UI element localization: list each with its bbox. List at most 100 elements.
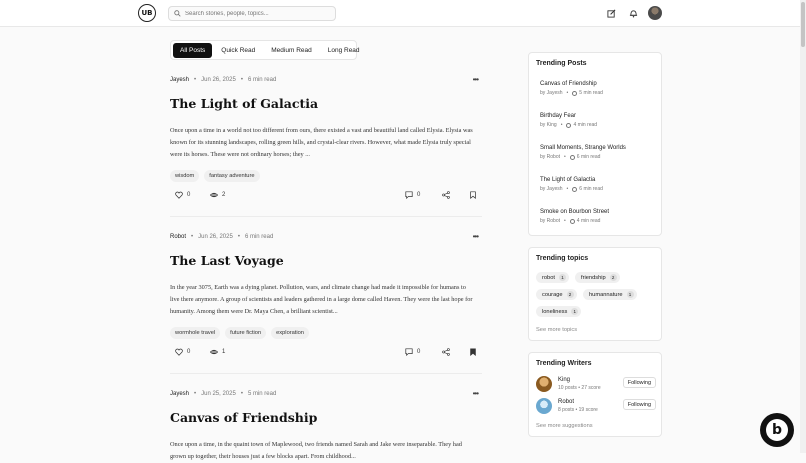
tag[interactable]: fantasy adventure: [204, 170, 260, 182]
post-excerpt: Once upon a time, in the quaint town of …: [170, 441, 462, 460]
trending-post-read: 5 min read: [579, 90, 603, 96]
bookmark-button[interactable]: [469, 191, 477, 199]
post-read-time: 6 min read: [244, 234, 274, 240]
trending-post-title[interactable]: Small Moments, Strange Worlds: [540, 145, 626, 151]
trending-writers-card: Trending Writers King 10 posts • 27 scor…: [528, 352, 662, 437]
bell-icon[interactable]: [628, 8, 638, 18]
trending-post-read: 6 min read: [576, 154, 601, 160]
writer-stats: 10 posts • 27 score: [558, 385, 601, 391]
trending-post-title[interactable]: Birthday Fear: [540, 113, 597, 119]
write-icon[interactable]: [606, 8, 616, 18]
trending-post-item[interactable]: Smoke on Bourbon Street by Robot • 4 min r…: [540, 209, 609, 224]
topic-chip[interactable]: friendship 2: [575, 272, 620, 283]
trending-post-author: by King: [540, 122, 557, 128]
topic-count: 1: [626, 291, 634, 298]
post-author[interactable]: Robot: [170, 234, 186, 240]
post-divider: [170, 373, 482, 374]
avatar[interactable]: [536, 398, 552, 414]
read-length-filter: All Posts Quick Read Medium Read Long Re…: [170, 40, 360, 60]
topic-count: 2: [566, 291, 574, 298]
post-title[interactable]: The Light of Galactia: [170, 96, 482, 111]
heart-icon: [175, 348, 183, 356]
share-button[interactable]: [442, 348, 450, 356]
post-excerpt: In the year 3075, Earth was a dying plan…: [170, 284, 473, 315]
following-button[interactable]: Following: [622, 399, 656, 410]
more-options-icon[interactable]: •••: [473, 75, 479, 84]
writer-name[interactable]: Robot: [558, 399, 574, 405]
post-divider: [170, 216, 482, 217]
more-options-icon[interactable]: •••: [473, 389, 479, 398]
trending-post-item[interactable]: Canvas of Friendship by Jayesh • 5 min rea…: [540, 81, 603, 96]
clock-icon: [569, 154, 575, 160]
tag[interactable]: wisdom: [170, 170, 200, 182]
heart-icon: [175, 191, 183, 199]
trending-post-title[interactable]: Canvas of Friendship: [540, 81, 603, 87]
post-author[interactable]: Jayesh: [170, 77, 189, 83]
floating-badge[interactable]: b: [760, 413, 794, 447]
scrollbar-thumb[interactable]: [801, 2, 805, 47]
views-indicator: 2: [210, 191, 225, 199]
logo[interactable]: UB: [138, 4, 156, 22]
trending-post-item[interactable]: Small Moments, Strange Worlds by Robot • 6…: [540, 145, 626, 160]
avatar[interactable]: [536, 376, 552, 392]
view-count: 2: [222, 192, 226, 198]
comment-icon: [405, 191, 413, 199]
trending-post-title[interactable]: Smoke on Bourbon Street: [540, 209, 609, 215]
writer-item[interactable]: Robot 8 posts • 19 score Following: [536, 398, 656, 416]
share-button[interactable]: [442, 191, 450, 199]
post-date: Jun 25, 2025: [201, 391, 236, 397]
following-button[interactable]: Following: [622, 377, 656, 388]
trending-topics-card: Trending topics robot 1 friendship 2 coura…: [528, 247, 662, 341]
search-box[interactable]: [168, 6, 336, 21]
see-more-topics-link[interactable]: See more topics: [536, 327, 577, 333]
post-title[interactable]: The Last Voyage: [170, 253, 482, 268]
like-button[interactable]: 0: [175, 191, 190, 199]
share-icon: [442, 191, 450, 199]
comment-button[interactable]: 0: [405, 348, 420, 356]
user-avatar[interactable]: [648, 6, 662, 20]
trending-post-author: by Jayesh: [540, 186, 563, 192]
see-more-suggestions-link[interactable]: See more suggestions: [536, 423, 593, 429]
post-actions: 0 2 0: [170, 191, 482, 203]
topic-chip[interactable]: humannature 1: [583, 289, 637, 300]
tag[interactable]: wormhole travel: [170, 327, 221, 339]
post-title[interactable]: Canvas of Friendship: [170, 410, 482, 425]
comment-button[interactable]: 0: [405, 191, 420, 199]
tag[interactable]: exploration: [271, 327, 309, 339]
page-scrollbar[interactable]: [800, 0, 806, 453]
clock-icon: [566, 122, 572, 128]
filter-medium-read[interactable]: Medium Read: [264, 43, 318, 58]
like-button[interactable]: 0: [175, 348, 190, 356]
search-icon: [174, 10, 181, 17]
trending-post-item[interactable]: The Light of Galactia by Jayesh • 6 min re…: [540, 177, 603, 192]
filter-long-read[interactable]: Long Read: [321, 43, 367, 58]
topic-chip[interactable]: robot 1: [536, 272, 569, 283]
topic-chip[interactable]: courage 2: [536, 289, 577, 300]
clock-icon: [572, 90, 578, 96]
post-read-time: 5 min read: [247, 391, 277, 397]
comment-count: 0: [417, 192, 421, 198]
tag[interactable]: future fiction: [225, 327, 267, 339]
topic-count: 1: [558, 274, 566, 281]
bookmark-button[interactable]: [469, 348, 477, 356]
post-card[interactable]: Robot • Jun 26, 2025 • 6 min read ••• The …: [170, 232, 482, 360]
search-input[interactable]: [185, 10, 325, 17]
topic-count: 1: [571, 308, 579, 315]
post-author[interactable]: Jayesh: [170, 391, 189, 397]
trending-post-title[interactable]: The Light of Galactia: [540, 177, 603, 183]
post-meta: Jayesh • Jun 26, 2025 • 6 min read: [170, 77, 277, 83]
comment-icon: [405, 348, 413, 356]
post-card[interactable]: Jayesh • Jun 25, 2025 • 5 min read ••• Can…: [170, 389, 482, 463]
post-card[interactable]: Jayesh • Jun 26, 2025 • 6 min read ••• The…: [170, 75, 482, 203]
filter-quick-read[interactable]: Quick Read: [214, 43, 262, 58]
filter-all-posts[interactable]: All Posts: [173, 42, 213, 58]
trending-post-author: by Jayesh: [540, 90, 563, 96]
eye-icon: [210, 349, 218, 355]
trending-post-item[interactable]: Birthday Fear by King • 4 min read: [540, 113, 597, 128]
trending-post-read: 4 min read: [576, 218, 601, 224]
trending-post-read: 6 min read: [579, 186, 603, 192]
writer-name[interactable]: King: [558, 377, 570, 383]
topic-chip[interactable]: loneliness 1: [536, 306, 582, 317]
writer-item[interactable]: King 10 posts • 27 score Following: [536, 376, 656, 394]
more-options-icon[interactable]: •••: [473, 232, 479, 241]
